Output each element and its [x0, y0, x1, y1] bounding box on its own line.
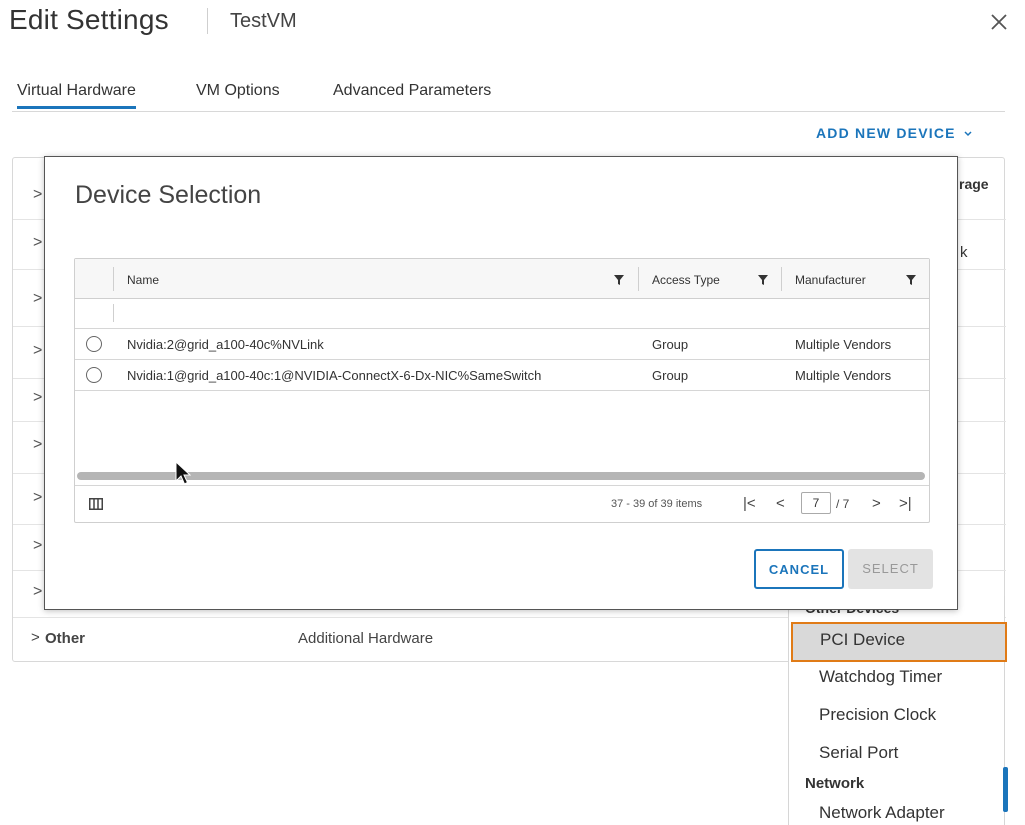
cell-manufacturer: Multiple Vendors	[795, 368, 892, 383]
column-separator[interactable]	[781, 267, 782, 291]
menu-item-pci-device[interactable]: PCI Device	[791, 622, 1007, 662]
mouse-cursor-icon	[175, 461, 191, 485]
chevron-right-icon[interactable]: >	[33, 234, 42, 252]
column-separator[interactable]	[638, 267, 639, 291]
menu-section-network: Network	[805, 775, 865, 792]
items-count: 37 - 39 of 39 items	[611, 498, 703, 510]
horizontal-scrollbar[interactable]	[77, 472, 925, 480]
cell-manufacturer: Multiple Vendors	[795, 337, 892, 352]
chevron-right-icon[interactable]: >	[33, 489, 42, 507]
column-separator	[113, 267, 114, 291]
menu-item-precision-clock[interactable]: Precision Clock	[819, 705, 936, 725]
page-total: / 7	[836, 497, 850, 511]
cancel-button[interactable]: CANCEL	[754, 549, 844, 589]
device-selection-modal: Device Selection Name Access Type Manufa…	[44, 156, 958, 610]
cell-name: Nvidia:2@grid_a100-40c%NVLink	[127, 337, 324, 352]
column-header-name[interactable]: Name	[127, 273, 159, 287]
chevron-right-icon[interactable]: >	[33, 436, 42, 454]
tab-bar: Virtual Hardware VM Options Advanced Par…	[12, 78, 1005, 112]
close-icon[interactable]	[987, 10, 1011, 34]
cell-access-type: Group	[652, 337, 689, 352]
add-new-device-button[interactable]: ADD NEW DEVICE	[816, 125, 973, 141]
row-radio[interactable]	[86, 336, 102, 352]
tab-advanced-parameters[interactable]: Advanced Parameters	[333, 82, 491, 108]
grid-filter-row	[75, 299, 929, 329]
column-toggle-icon[interactable]	[89, 498, 103, 510]
storage-label-fragment: rage	[959, 176, 989, 192]
prev-page-icon[interactable]: <	[776, 495, 785, 512]
chevron-right-icon[interactable]: >	[33, 583, 42, 601]
select-button[interactable]: SELECT	[848, 549, 933, 589]
device-grid: Name Access Type Manufacturer Nvidia:2@g…	[74, 258, 930, 523]
chevron-right-icon[interactable]: >	[33, 389, 42, 407]
grid-header: Name Access Type Manufacturer	[75, 259, 929, 299]
filter-icon[interactable]	[613, 274, 625, 286]
vm-name: TestVM	[230, 10, 297, 32]
hardware-row-other[interactable]: > Other Additional Hardware	[12, 617, 792, 661]
menu-item-network-adapter[interactable]: Network Adapter	[819, 803, 945, 823]
dialog-title: Edit Settings	[9, 4, 169, 35]
cell-access-type: Group	[652, 368, 689, 383]
add-new-device-label: ADD NEW DEVICE	[816, 125, 956, 141]
page-number-input[interactable]: 7	[801, 492, 831, 514]
tab-virtual-hardware[interactable]: Virtual Hardware	[17, 82, 136, 109]
chevron-right-icon[interactable]: >	[33, 342, 42, 360]
add-device-menu: Other Devices PCI Device Watchdog Timer …	[788, 596, 1007, 825]
chevron-right-icon[interactable]: >	[33, 290, 42, 308]
column-header-manufacturer[interactable]: Manufacturer	[795, 273, 866, 287]
first-page-icon[interactable]: |<	[743, 495, 756, 512]
next-page-icon[interactable]: >	[872, 495, 881, 512]
menu-scrollbar[interactable]	[1003, 767, 1008, 812]
grid-footer: 37 - 39 of 39 items |< < 7 / 7 > >|	[75, 485, 929, 522]
filter-icon[interactable]	[757, 274, 769, 286]
disk-label-fragment: k	[960, 244, 968, 261]
tab-vm-options[interactable]: VM Options	[196, 82, 280, 108]
column-separator	[113, 304, 114, 322]
title-divider	[207, 8, 208, 34]
menu-item-serial-port[interactable]: Serial Port	[819, 743, 898, 763]
chevron-right-icon[interactable]: >	[31, 629, 40, 646]
chevron-right-icon[interactable]: >	[33, 537, 42, 555]
column-header-access-type[interactable]: Access Type	[652, 273, 720, 287]
chevron-right-icon[interactable]: >	[33, 186, 42, 204]
chevron-down-icon	[964, 131, 972, 137]
row-radio[interactable]	[86, 367, 102, 383]
last-page-icon[interactable]: >|	[899, 495, 912, 512]
cell-name: Nvidia:1@grid_a100-40c:1@NVIDIA-ConnectX…	[127, 368, 542, 383]
filter-icon[interactable]	[905, 274, 917, 286]
other-description: Additional Hardware	[298, 630, 434, 647]
modal-title: Device Selection	[75, 181, 262, 209]
table-row[interactable]: Nvidia:1@grid_a100-40c:1@NVIDIA-ConnectX…	[75, 360, 929, 391]
other-label: Other	[45, 630, 86, 647]
menu-item-watchdog-timer[interactable]: Watchdog Timer	[819, 667, 942, 687]
table-row[interactable]: Nvidia:2@grid_a100-40c%NVLink Group Mult…	[75, 329, 929, 360]
